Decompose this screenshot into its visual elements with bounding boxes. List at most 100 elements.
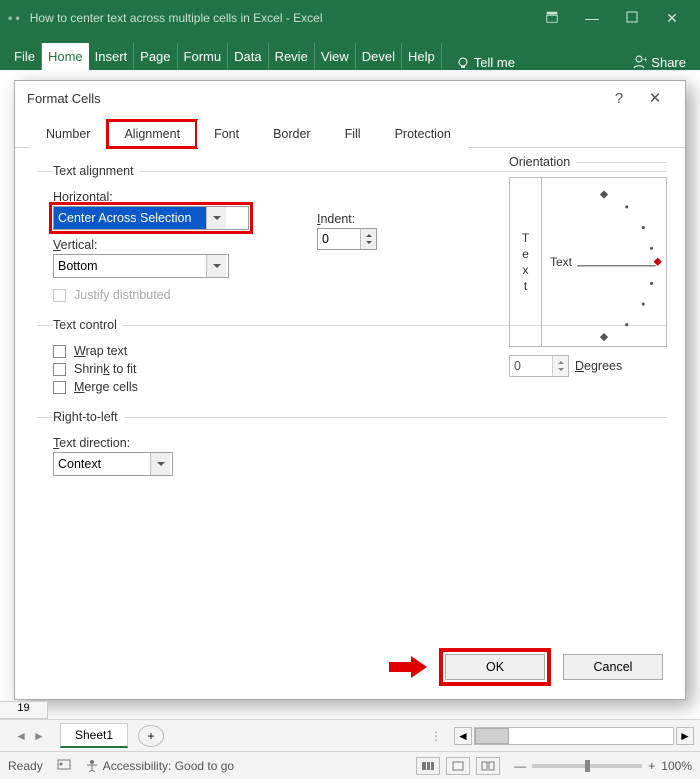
checkbox-icon (53, 363, 66, 376)
chevron-down-icon[interactable] (206, 207, 226, 229)
indent-up[interactable] (361, 229, 376, 239)
tab-help[interactable]: Help (402, 43, 442, 70)
maximize-button[interactable] (612, 10, 652, 27)
format-cells-dialog: Format Cells ? ✕ Number Alignment Font B… (14, 80, 686, 700)
group-right-to-left: Right-to-left Text direction: (37, 410, 667, 482)
indent-down[interactable] (361, 239, 376, 249)
degrees-down[interactable] (553, 366, 568, 376)
row-header[interactable]: 19 (0, 701, 48, 719)
zoom-slider[interactable] (532, 764, 642, 768)
ok-button[interactable]: OK (445, 654, 545, 680)
cancel-button[interactable]: Cancel (563, 654, 663, 680)
annotation-arrow-icon (389, 656, 431, 678)
degrees-row: Degrees (509, 355, 667, 377)
scroll-thumb[interactable] (475, 728, 509, 744)
sheet-tab-strip: ◄ ► Sheet1 + ⋮ ◄ ► (0, 719, 700, 751)
scroll-left-button[interactable]: ◄ (454, 727, 472, 745)
scroll-right-button[interactable]: ► (676, 727, 694, 745)
dialog-titlebar: Format Cells ? ✕ (15, 81, 685, 115)
tab-developer[interactable]: Devel (356, 43, 402, 70)
tab-page-layout[interactable]: Page (134, 43, 177, 70)
tab-border[interactable]: Border (256, 120, 328, 148)
sheet-nav-prev[interactable]: ◄ (15, 729, 27, 743)
horizontal-scrollbar: ⋮ ◄ ► (420, 727, 700, 745)
autosave-indicator-icon: • • (8, 11, 20, 25)
view-page-break-button[interactable] (476, 757, 500, 775)
indent-spinner[interactable] (317, 228, 377, 250)
chevron-down-icon[interactable] (206, 255, 226, 277)
tab-fill[interactable]: Fill (328, 120, 378, 148)
horizontal-combo[interactable] (53, 206, 249, 230)
tell-me[interactable]: Tell me (456, 55, 515, 70)
vertical-value[interactable] (54, 255, 206, 277)
indent-group: Indent: (317, 208, 377, 250)
zoom-thumb[interactable] (585, 760, 590, 772)
indent-value[interactable] (318, 229, 360, 249)
checkbox-icon (53, 381, 66, 394)
text-direction-label: Text direction: (53, 436, 667, 450)
degrees-value[interactable] (510, 356, 552, 376)
orientation-preview[interactable]: Text Text (509, 177, 667, 347)
tab-protection[interactable]: Protection (378, 120, 468, 148)
zoom-value[interactable]: 100% (661, 759, 692, 773)
new-sheet-button[interactable]: + (138, 725, 164, 747)
text-direction-combo[interactable] (53, 452, 173, 476)
status-ready: Ready (8, 759, 43, 773)
degrees-spinner[interactable] (509, 355, 569, 377)
degrees-up[interactable] (553, 356, 568, 366)
tab-font[interactable]: Font (197, 120, 256, 148)
tell-me-label: Tell me (474, 55, 515, 70)
degrees-label: Degrees (575, 359, 622, 373)
ribbon-display-options-icon[interactable] (532, 10, 572, 27)
dialog-title: Format Cells (27, 91, 101, 106)
group-text-control-label: Text control (53, 318, 123, 332)
zoom-in-button[interactable]: + (648, 759, 655, 773)
text-direction-value[interactable] (54, 453, 150, 475)
group-orientation-label: Orientation (509, 155, 576, 169)
sheet-tab[interactable]: Sheet1 (60, 723, 128, 748)
tab-number[interactable]: Number (29, 120, 107, 148)
shrink-to-fit-label: Shrink to fit (74, 362, 137, 376)
accessibility-status[interactable]: Accessibility: Good to go (85, 759, 234, 773)
tab-view[interactable]: View (315, 43, 356, 70)
tab-review[interactable]: Revie (269, 43, 315, 70)
accessibility-label: Accessibility: Good to go (103, 759, 234, 773)
chevron-down-icon[interactable] (150, 453, 170, 475)
orientation-vertical-text[interactable]: Text (510, 178, 542, 346)
group-orientation: Orientation Text Text (509, 162, 667, 377)
merge-cells-label: Merge cells (74, 380, 138, 394)
view-page-layout-button[interactable] (446, 757, 470, 775)
tab-file[interactable]: File (8, 43, 42, 70)
group-text-alignment-label: Text alignment (53, 164, 140, 178)
horizontal-value[interactable] (54, 207, 206, 229)
dialog-close-button[interactable]: ✕ (637, 89, 673, 107)
tab-home[interactable]: Home (42, 43, 89, 70)
indent-label: Indent: (317, 212, 377, 226)
lightbulb-icon (456, 56, 470, 70)
tab-alignment[interactable]: Alignment (107, 120, 197, 148)
window-title: How to center text across multiple cells… (30, 11, 532, 25)
sheet-nav-next[interactable]: ► (33, 729, 45, 743)
dialog-body: Text alignment Horizontal: Indent: Verti… (15, 148, 685, 649)
merge-cells-checkbox[interactable]: Merge cells (53, 380, 667, 394)
justify-distributed-label: Justify distributed (74, 288, 171, 302)
close-button[interactable]: ✕ (652, 10, 692, 27)
vertical-combo[interactable] (53, 254, 229, 278)
svg-text:+: + (643, 55, 647, 64)
dialog-help-button[interactable]: ? (601, 90, 637, 107)
share-button[interactable]: + Share (631, 54, 692, 70)
orientation-dial[interactable]: Text (542, 178, 666, 346)
sheet-split-handle[interactable]: ⋮ (430, 729, 442, 743)
zoom-out-button[interactable]: — (514, 759, 526, 773)
minimize-button[interactable]: — (572, 10, 612, 26)
checkbox-icon (53, 345, 66, 358)
tab-data[interactable]: Data (228, 43, 268, 70)
macro-record-icon[interactable] (57, 757, 71, 774)
share-icon: + (631, 54, 647, 70)
scroll-track[interactable] (474, 727, 674, 745)
ribbon: File Home Insert Page Formu Data Revie V… (0, 36, 700, 70)
tab-formulas[interactable]: Formu (178, 43, 229, 70)
view-normal-button[interactable] (416, 757, 440, 775)
tab-insert[interactable]: Insert (89, 43, 135, 70)
dialog-footer: OK Cancel (15, 649, 685, 699)
